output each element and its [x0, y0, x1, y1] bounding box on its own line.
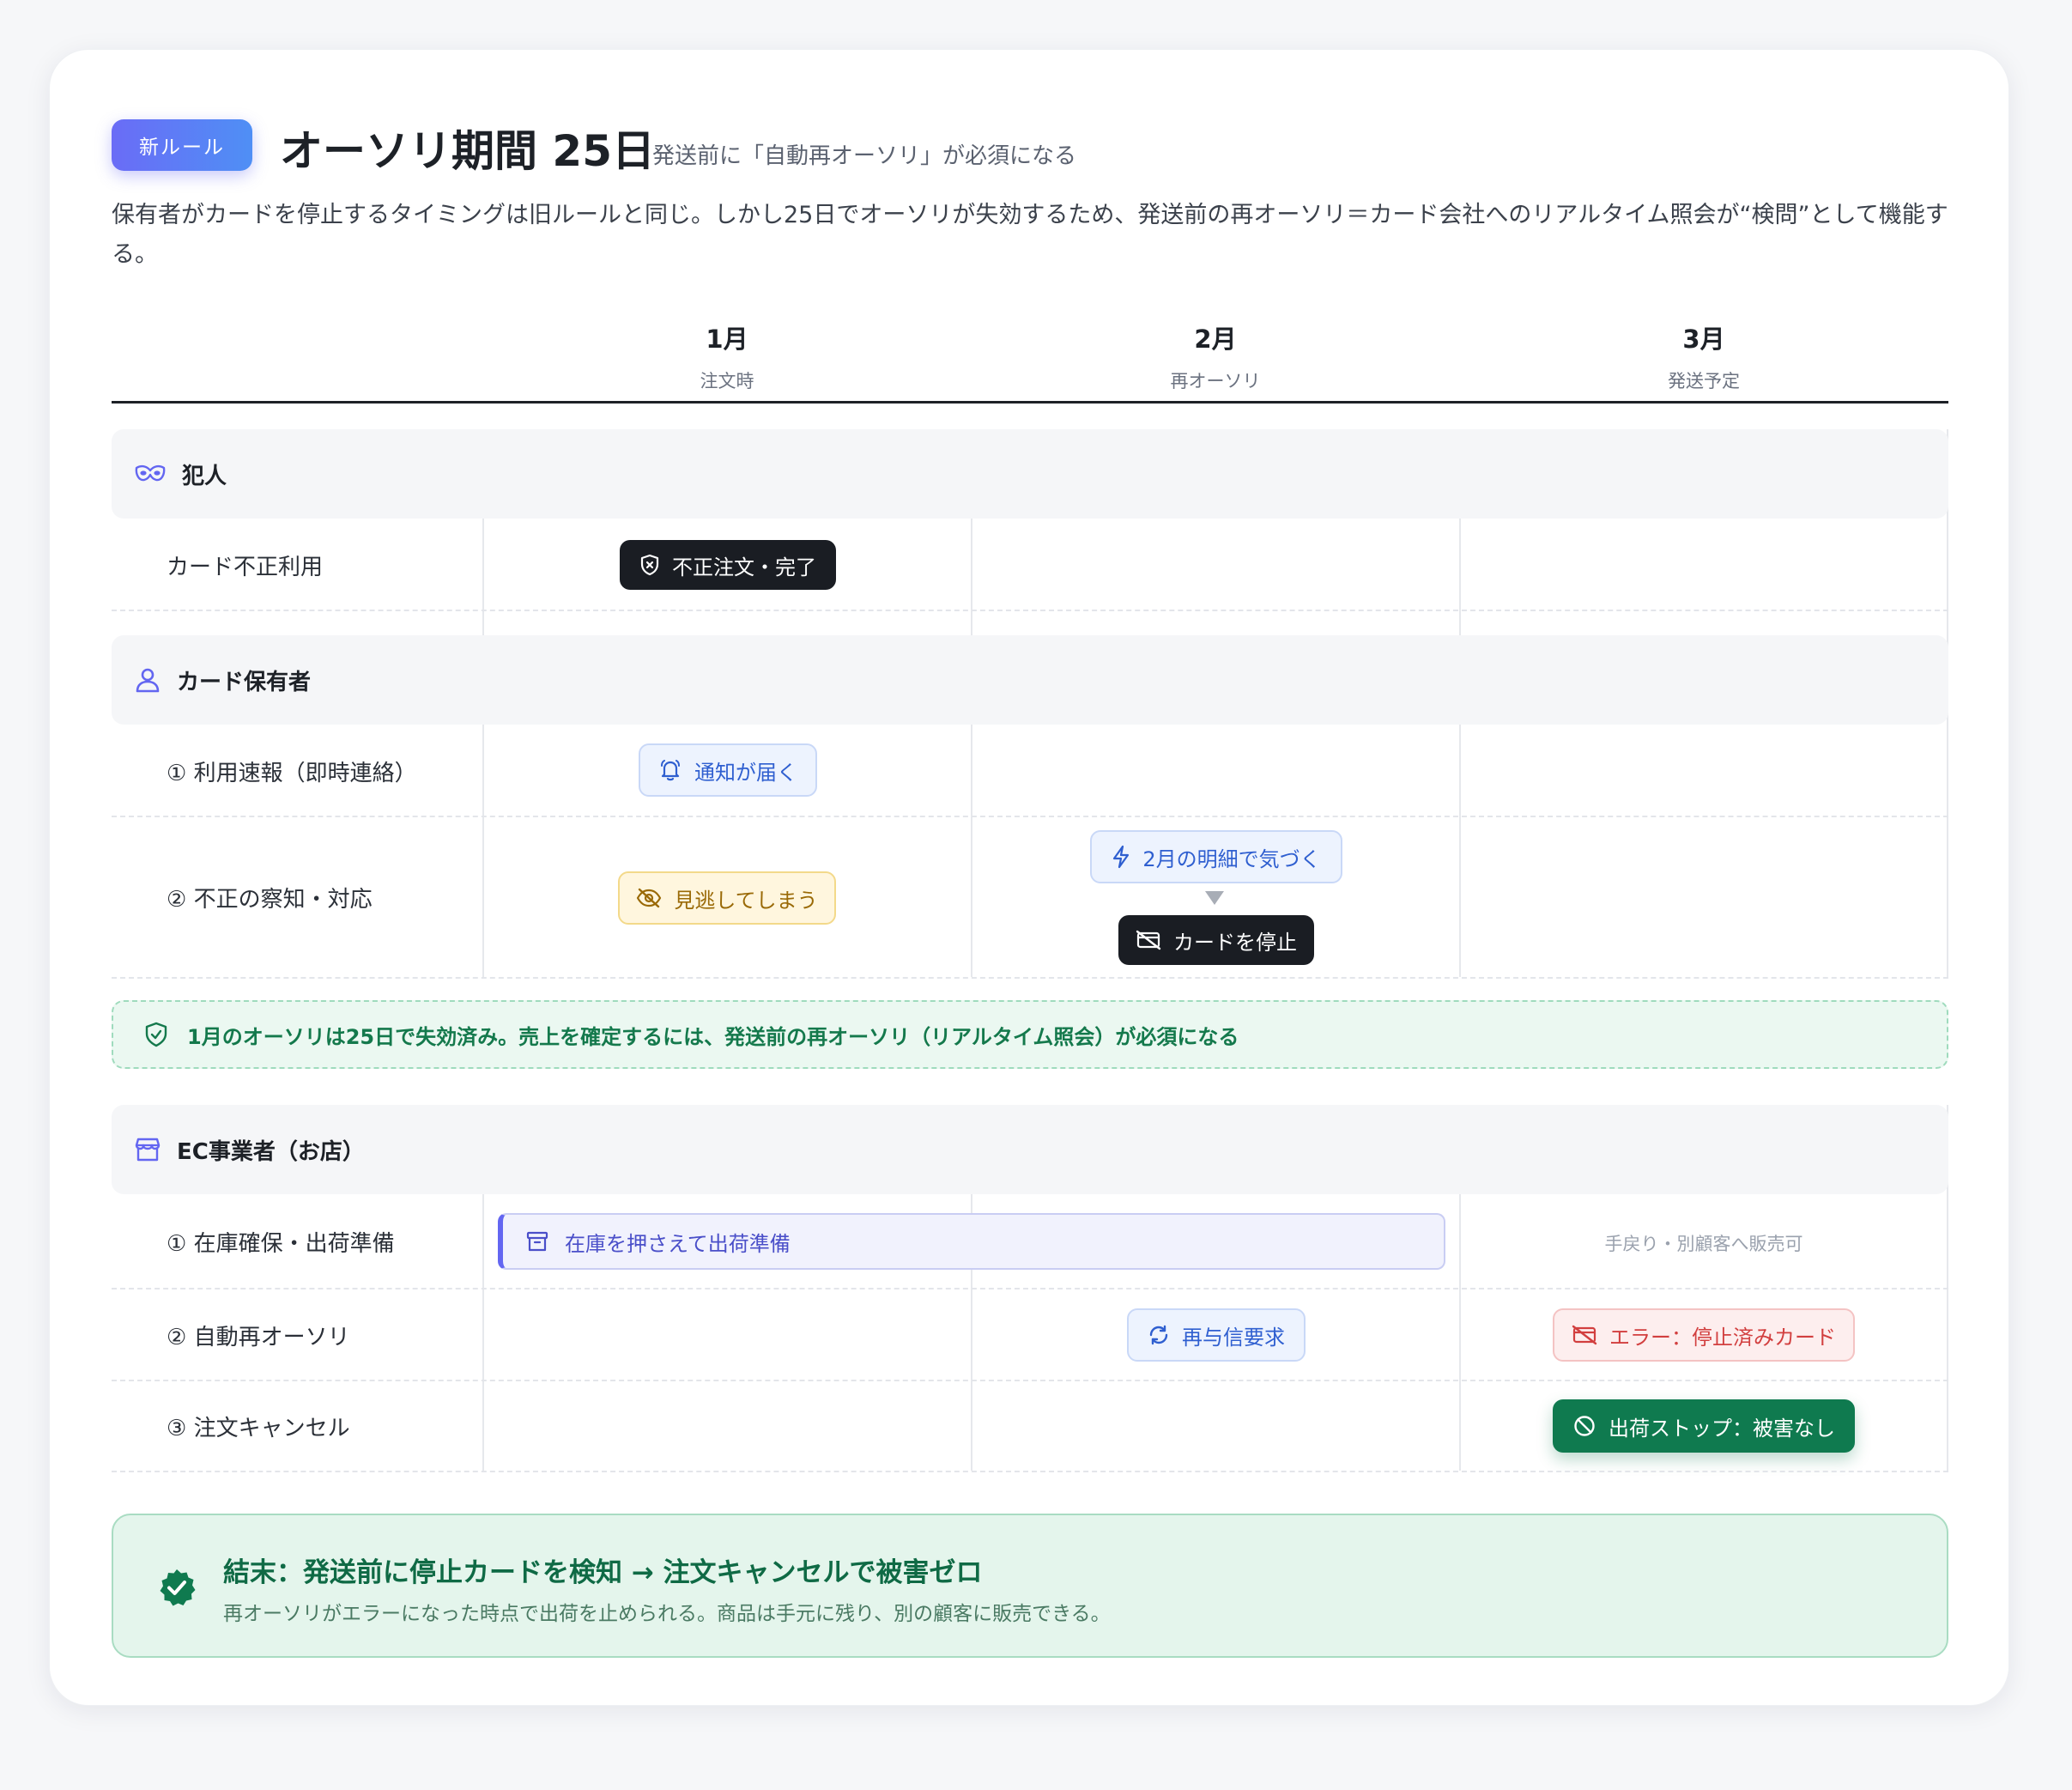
row-divider	[112, 977, 1948, 979]
missed-chip: 見逃してしまう	[618, 871, 836, 925]
section-criminal-bg	[112, 429, 1948, 519]
row-label-fraud-detection: ② 不正の察知・対応	[167, 887, 373, 913]
column-month: 2月	[1194, 325, 1237, 354]
authorization-expired-note: 1月のオーソリは25日で失効済み。売上を確定するには、発送前の再オーソリ（リアル…	[112, 1000, 1948, 1069]
card-container	[49, 49, 2009, 1706]
conclusion-title: 結末：発送前に停止カードを検知 → 注文キャンセルで被害ゼロ	[223, 1557, 983, 1588]
badge-check-icon	[160, 1569, 196, 1606]
shield-x-icon	[640, 554, 659, 576]
section-holder-bg	[112, 635, 1948, 725]
bell-icon	[661, 760, 680, 781]
noticed-in-feb-statement-chip: 2月の明細で気づく	[1090, 830, 1342, 883]
page-subtitle: 発送前に「自動再オーソリ」が必須になる	[652, 143, 1077, 169]
return-resell-text: 手戻り・別顧客へ販売可	[1604, 1234, 1803, 1254]
bar-text: 在庫を押さえて出荷準備	[565, 1231, 791, 1256]
row-label-auto-reauth: ② 自動再オーソリ	[167, 1325, 350, 1350]
column-header-feb: 2月 再オーソリ	[1044, 319, 1387, 393]
column-header-jan: 1月 注文時	[555, 319, 899, 393]
user-icon	[136, 668, 160, 693]
chip-text: 通知が届く	[694, 760, 797, 785]
section-merchant-bg	[112, 1105, 1948, 1194]
chip-text: 出荷ストップ：被害なし	[1609, 1416, 1835, 1441]
section-criminal-label: 犯人	[134, 429, 227, 519]
header-divider	[112, 401, 1948, 404]
conclusion-description: 再オーソリがエラーになった時点で出荷を止められる。商品は手元に残り、別の顧客に販…	[223, 1603, 1111, 1625]
section-title: 犯人	[182, 463, 227, 489]
card-off-icon	[1572, 1325, 1597, 1345]
archive-box-icon	[526, 1231, 548, 1252]
page-description: 保有者がカードを停止するタイミングは旧ルールと同じ。しかし25日でオーソリが失効…	[112, 202, 1948, 268]
chip-text: 2月の明細で気づく	[1142, 846, 1321, 871]
column-header-mar: 3月 発送予定	[1532, 319, 1875, 393]
section-holder-label: カード保有者	[134, 635, 311, 725]
row-divider	[112, 610, 1948, 611]
shield-check-icon	[145, 1022, 167, 1047]
chip-text: 再与信要求	[1182, 1325, 1285, 1350]
re-credit-request-chip: 再与信要求	[1127, 1308, 1306, 1362]
row-divider	[112, 1471, 1948, 1472]
error-stopped-card-chip: エラー：停止済みカード	[1553, 1308, 1855, 1362]
new-rule-badge: 新ルール	[112, 119, 252, 171]
mask-icon	[135, 464, 166, 482]
card-off-icon	[1136, 930, 1161, 950]
row-divider	[112, 1288, 1948, 1289]
page-title: オーソリ期間 25日	[280, 126, 655, 176]
notification-arrives-chip: 通知が届く	[639, 743, 817, 797]
column-month: 1月	[706, 325, 748, 354]
chip-text: カードを停止	[1173, 930, 1297, 955]
row-label-usage-alert: ① 利用速報（即時連絡）	[167, 761, 417, 786]
column-sub: 再オーソリ	[1170, 371, 1261, 391]
chip-text: 見逃してしまう	[674, 888, 818, 913]
section-merchant-label: EC事業者（お店）	[134, 1105, 365, 1194]
row-label-order-cancel: ③ 注文キャンセル	[167, 1416, 350, 1441]
row-label-card-fraud: カード不正利用	[167, 555, 324, 580]
stop-card-chip: カードを停止	[1118, 915, 1314, 965]
column-month: 3月	[1682, 325, 1725, 354]
note-text: 1月のオーソリは25日で失効済み。売上を確定するには、発送前の再オーソリ（リアル…	[187, 1024, 1239, 1049]
stock-reserved-bar: 在庫を押さえて出荷準備	[498, 1213, 1445, 1270]
chip-text: 不正注文・完了	[672, 555, 816, 579]
row-divider	[112, 1380, 1948, 1381]
shipment-stop-no-damage-chip: 出荷ストップ：被害なし	[1553, 1399, 1855, 1453]
column-sub: 注文時	[700, 371, 754, 391]
arrow-down-icon	[1205, 891, 1224, 905]
row-divider	[112, 816, 1948, 817]
ban-icon	[1574, 1416, 1595, 1436]
refresh-icon	[1149, 1325, 1168, 1345]
eye-off-icon	[637, 888, 662, 908]
lightning-icon	[1113, 845, 1130, 869]
column-sub: 発送予定	[1668, 371, 1740, 391]
fraud-order-complete-chip: 不正注文・完了	[620, 540, 836, 590]
section-title: EC事業者（お店）	[177, 1138, 365, 1165]
store-icon	[135, 1138, 161, 1162]
row-label-stock-prep: ① 在庫確保・出荷準備	[167, 1231, 395, 1257]
section-title: カード保有者	[177, 669, 312, 695]
chip-text: エラー：停止済みカード	[1609, 1325, 1836, 1350]
